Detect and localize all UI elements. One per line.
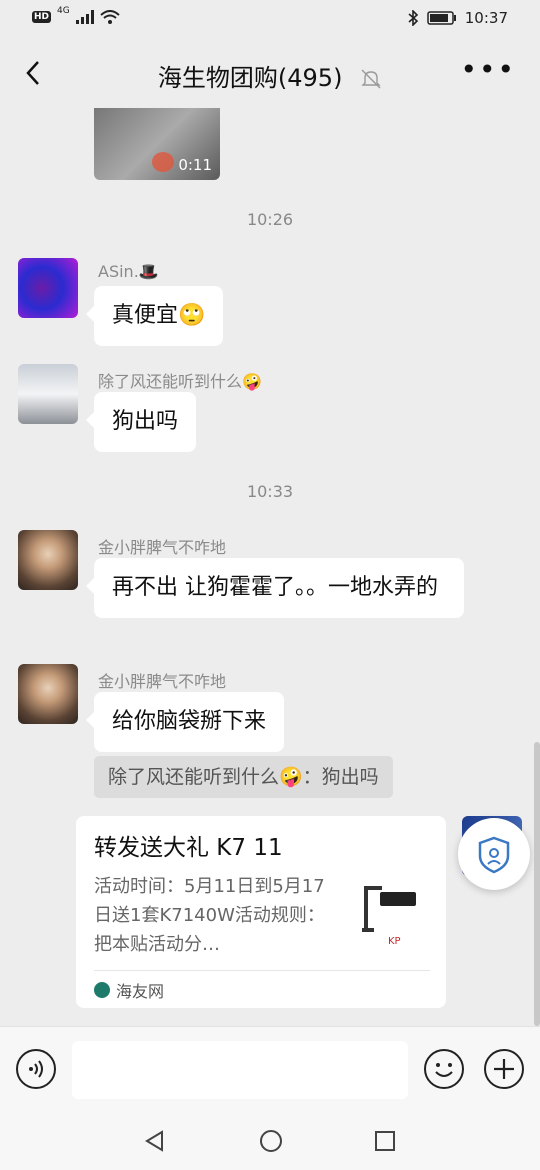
avatar[interactable] — [18, 664, 78, 724]
card-divider — [94, 970, 430, 971]
voice-input-icon[interactable] — [16, 1049, 56, 1089]
link-card[interactable]: 转发送大礼 K7 11 活动时间：5月11日到5月17日送1套K7140W活动规… — [76, 816, 446, 1008]
scrollbar[interactable] — [534, 742, 540, 1026]
sender-name: ASin.🎩 — [98, 262, 159, 281]
quoted-message[interactable]: 除了风还能听到什么🤪：狗出吗 — [94, 756, 393, 798]
clock: 10:37 — [464, 9, 508, 27]
wifi-icon — [100, 10, 120, 24]
add-icon[interactable] — [484, 1049, 524, 1089]
video-message[interactable]: 0:11 — [94, 108, 220, 180]
sender-name: 除了风还能听到什么🤪 — [98, 372, 262, 391]
sender-name: 金小胖脾气不咋地 — [98, 538, 227, 557]
security-shield-icon[interactable] — [458, 818, 530, 890]
signal-icon — [75, 10, 94, 24]
network-label: 4G — [57, 6, 70, 16]
card-title: 转发送大礼 K7 11 — [94, 835, 283, 861]
chat-header: 海生物团购(495) ••• — [0, 38, 540, 108]
svg-text:KP: KP — [388, 936, 401, 947]
bluetooth-icon — [408, 10, 418, 26]
nav-recent-icon[interactable] — [374, 1130, 396, 1152]
nav-home-icon[interactable] — [258, 1128, 284, 1154]
emoji-icon[interactable] — [424, 1049, 464, 1089]
card-source: 海友网 — [94, 978, 164, 1002]
hd-badge: HD — [32, 11, 52, 23]
message-bubble[interactable]: 再不出 让狗霍霍了。。一地水弄的 — [86, 558, 464, 618]
message-bubble[interactable]: 狗出吗 — [85, 392, 197, 452]
chat-title: 海生物团购(495) — [0, 58, 540, 93]
avatar[interactable] — [18, 530, 78, 590]
mute-bell-icon — [361, 69, 381, 89]
avatar[interactable] — [18, 258, 78, 318]
nav-back-icon[interactable] — [142, 1128, 168, 1154]
message-bubble[interactable]: 给你脑袋掰下来 — [85, 692, 285, 752]
video-duration: 0:11 — [178, 156, 212, 174]
message-bubble[interactable]: 真便宜🙄 — [85, 286, 224, 346]
timestamp: 10:26 — [246, 210, 294, 229]
sender-name: 金小胖脾气不咋地 — [98, 672, 227, 691]
source-name: 海友网 — [116, 982, 165, 1001]
message-input[interactable] — [72, 1041, 408, 1099]
source-logo-icon — [94, 982, 110, 998]
more-icon[interactable]: ••• — [460, 56, 516, 84]
battery-icon — [427, 11, 456, 25]
status-bar: HD 4G 10:37 — [0, 0, 540, 38]
video-thumbnail — [152, 152, 174, 172]
product-thumbnail: KP — [362, 886, 416, 947]
card-description: 活动时间：5月11日到5月17日送1套K7140W活动规则：把本贴活动分… — [94, 876, 325, 955]
avatar[interactable] — [18, 364, 78, 424]
input-bar — [0, 1026, 540, 1113]
system-nav-bar — [0, 1112, 540, 1170]
timestamp: 10:33 — [246, 482, 294, 501]
group-name: 海生物团购(495) — [157, 64, 343, 92]
